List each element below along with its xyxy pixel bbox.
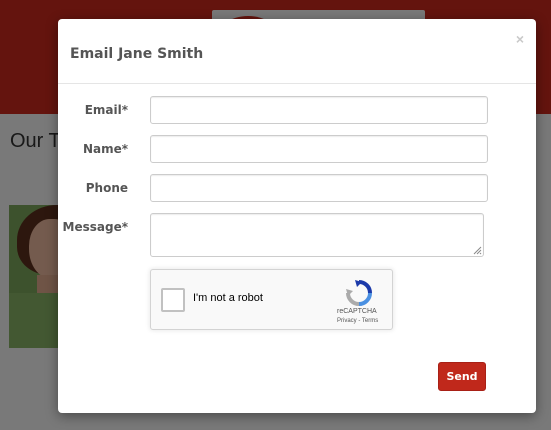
close-icon[interactable]: ×: [516, 31, 524, 47]
recaptcha-widget: I'm not a robot reCAPTCHA Privacy - Term…: [150, 269, 393, 330]
email-modal: Email Jane Smith × Email* Name* Phone Me…: [58, 19, 536, 413]
email-label: Email*: [84, 103, 128, 117]
modal-header: Email Jane Smith ×: [58, 19, 536, 84]
recaptcha-brand: reCAPTCHA: [337, 308, 377, 315]
phone-label: Phone: [85, 181, 128, 195]
resize-handle-icon[interactable]: [472, 245, 482, 255]
recaptcha-links[interactable]: Privacy - Terms: [337, 318, 378, 324]
send-button[interactable]: Send: [438, 362, 486, 391]
name-field[interactable]: [150, 135, 488, 163]
email-field[interactable]: [150, 96, 488, 124]
recaptcha-label: I'm not a robot: [193, 292, 263, 304]
message-label: Message*: [62, 220, 128, 234]
phone-field[interactable]: [150, 174, 488, 202]
modal-title: Email Jane Smith: [70, 46, 204, 62]
recaptcha-checkbox[interactable]: [161, 288, 185, 312]
recaptcha-logo-icon: [346, 280, 372, 306]
message-field[interactable]: [150, 213, 484, 257]
name-label: Name*: [82, 142, 128, 156]
